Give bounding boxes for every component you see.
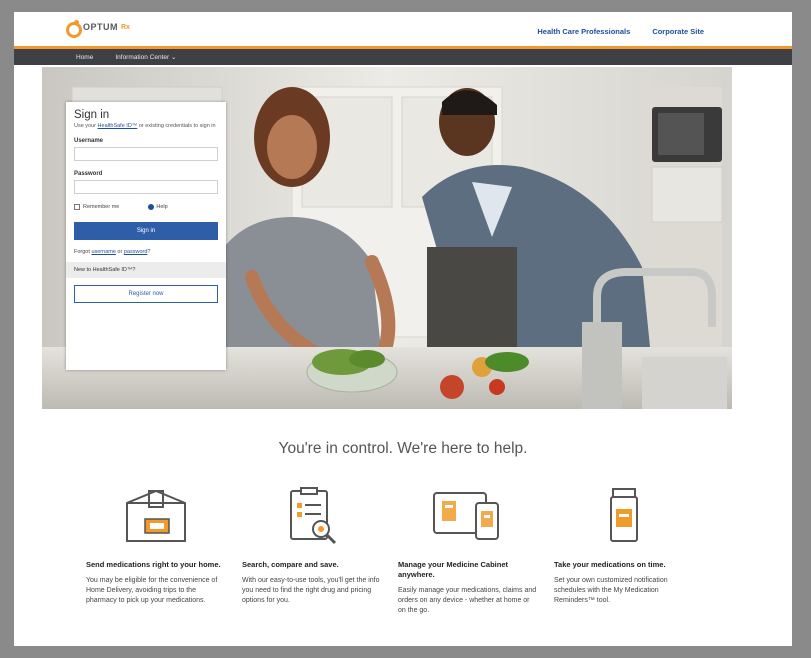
optum-logo-icon [66, 20, 82, 38]
sign-in-panel: Sign in Use your HealthSafe ID™ or exist… [66, 102, 226, 370]
box-icon [86, 482, 226, 550]
clipboard-search-icon [242, 482, 382, 550]
feature-reminders: Take your medications on time. Set your … [554, 482, 694, 606]
logo-rx-text: Rx [121, 23, 130, 31]
register-now-button[interactable]: Register now [74, 285, 218, 303]
main-nav: Home Information Center ⌄ [14, 49, 792, 65]
forgot-username-link[interactable]: username [91, 249, 115, 255]
new-to-healthsafe-label: New to HealthSafe ID™? [66, 262, 226, 278]
help-icon [148, 204, 155, 210]
sign-in-subtitle: Use your HealthSafe ID™ or existing cred… [74, 123, 218, 130]
sign-in-subtitle-post: or existing credentials to sign in [137, 123, 216, 129]
username-label: Username [74, 138, 104, 144]
remember-me-checkbox[interactable] [74, 204, 80, 210]
page-frame: OPTUM Rx Health Care Professionals Corpo… [14, 12, 792, 646]
feature-title: Search, compare and save. [242, 560, 339, 569]
forgot-credentials: Forgot username or password? [74, 249, 218, 255]
nav-item-information-center[interactable]: Information Center ⌄ [115, 53, 176, 61]
feature-title: Send medications right to your home. [86, 560, 221, 569]
remember-me-row: Remember me Help [74, 204, 218, 210]
help-label: Help [156, 204, 168, 210]
pill-bottle-icon [554, 482, 694, 550]
forgot-password-link[interactable]: password [124, 249, 148, 255]
password-input[interactable] [74, 180, 218, 194]
feature-body: Easily manage your medications, claims a… [398, 587, 537, 614]
feature-body: You may be eligible for the convenience … [86, 577, 218, 604]
healthsafe-id-link[interactable]: HealthSafe ID™ [98, 123, 138, 129]
feature-body: With our easy-to-use tools, you'll get t… [242, 577, 380, 604]
feature-body: Set your own customized notification sch… [554, 577, 668, 604]
feature-home-delivery: Send medications right to your home. You… [86, 482, 226, 606]
forgot-or: or [115, 249, 124, 255]
feature-title: Manage your Medicine Cabinet anywhere. [398, 560, 509, 579]
remember-me-label: Remember me [83, 204, 120, 210]
devices-icon [398, 482, 538, 550]
feature-title: Take your medications on time. [554, 560, 666, 569]
corporate-site-link[interactable]: Corporate Site [652, 27, 704, 36]
sign-in-title: Sign in [74, 109, 110, 121]
forgot-post: ? [147, 249, 151, 255]
optum-rx-logo[interactable]: OPTUM Rx [66, 20, 130, 38]
sign-in-button[interactable]: Sign in [74, 222, 218, 240]
help-link[interactable]: Help [148, 204, 168, 210]
feature-medicine-cabinet: Manage your Medicine Cabinet anywhere. E… [398, 482, 538, 616]
username-input[interactable] [74, 147, 218, 161]
password-label: Password [74, 171, 103, 177]
health-care-professionals-link[interactable]: Health Care Professionals [537, 27, 630, 36]
top-header: OPTUM Rx Health Care Professionals Corpo… [14, 12, 792, 46]
logo-text: OPTUM [83, 22, 118, 32]
sign-in-subtitle-pre: Use your [74, 123, 98, 129]
tagline: You're in control. We're here to help. [278, 440, 528, 457]
forgot-pre: Forgot [74, 249, 92, 255]
top-links: Health Care Professionals Corporate Site [537, 27, 704, 36]
feature-search-compare: Search, compare and save. With our easy-… [242, 482, 382, 606]
nav-item-home[interactable]: Home [76, 54, 93, 61]
